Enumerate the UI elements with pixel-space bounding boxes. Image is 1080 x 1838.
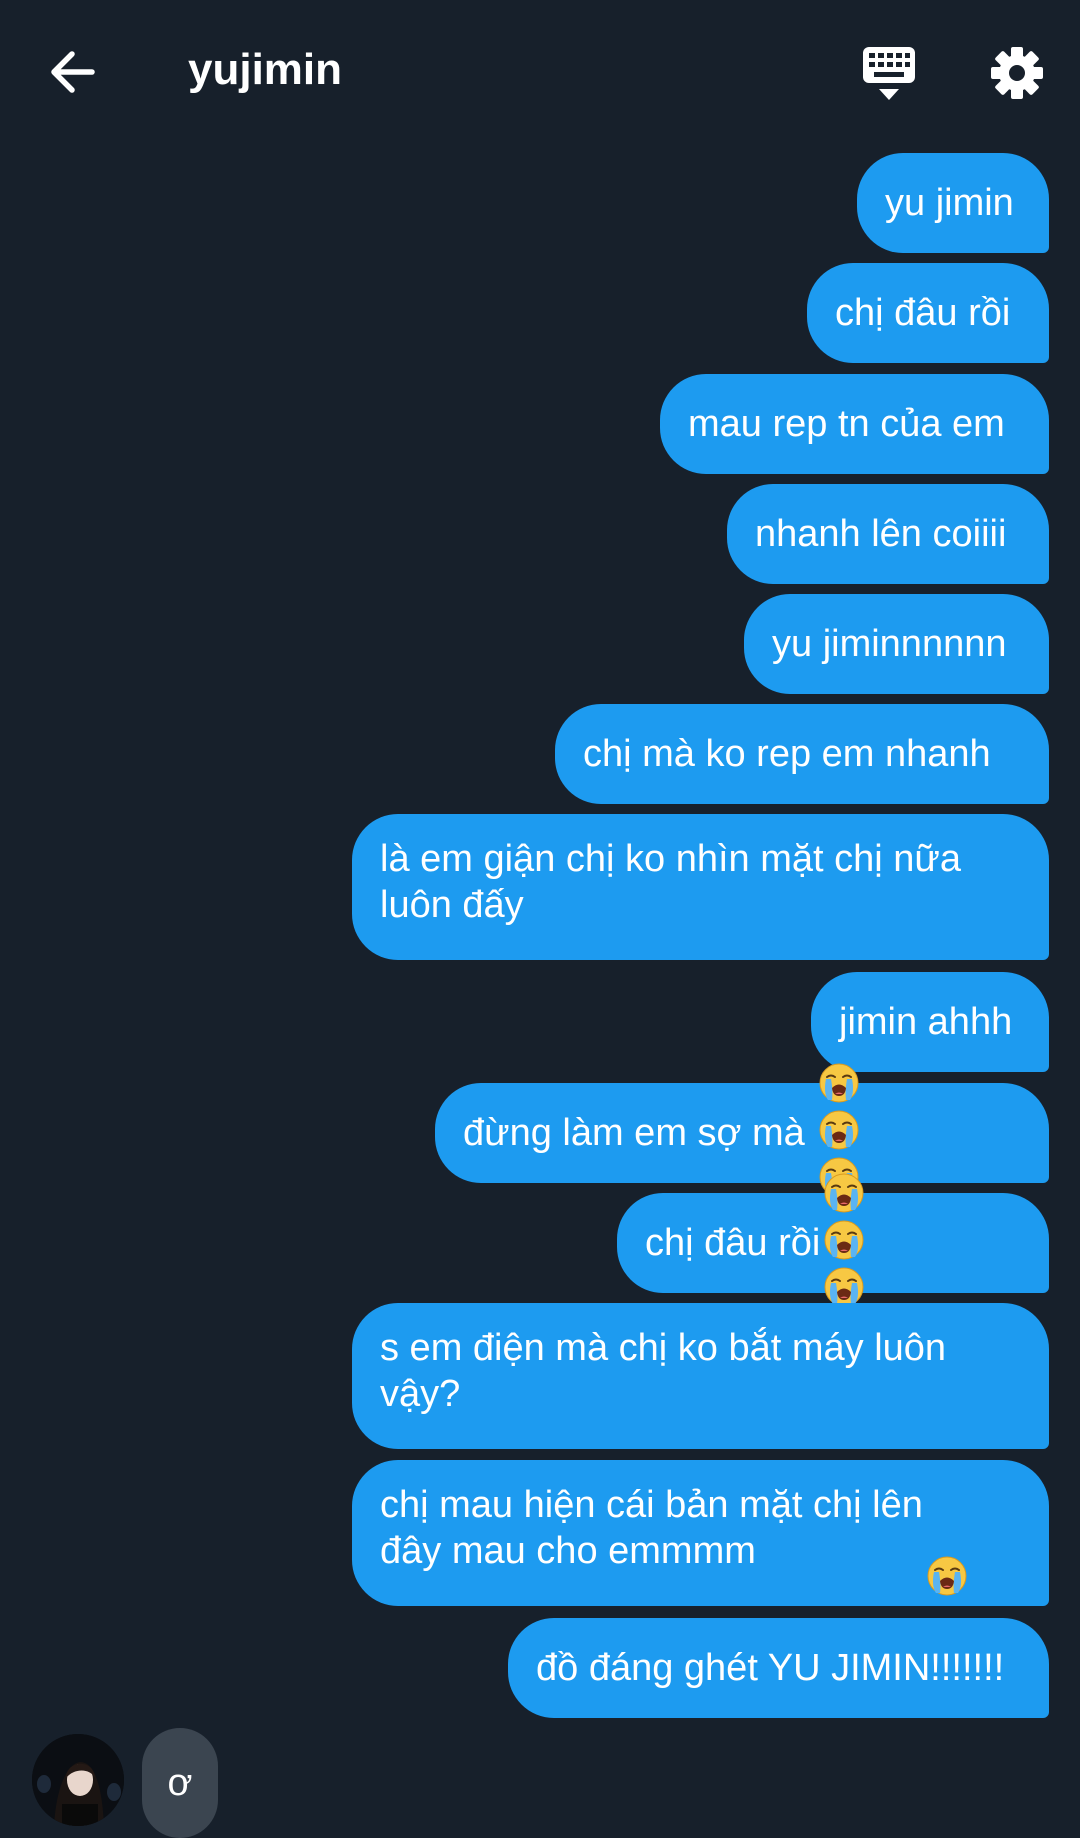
loudly-crying-face-icon	[819, 1063, 859, 1103]
message-text: yu jiminnnnnn	[772, 623, 1007, 665]
loudly-crying-face-icon	[927, 1556, 967, 1596]
emoji-row	[923, 1509, 968, 1602]
message-bubble[interactable]: đồ đáng ghét YU JIMIN!!!!!!!	[508, 1618, 1049, 1718]
incoming-message-text: ơ	[167, 1762, 193, 1804]
message-bubble[interactable]: yu jimin	[857, 153, 1049, 253]
keyboard-button[interactable]	[860, 44, 918, 104]
message-bubble[interactable]: chị đâu rồi	[617, 1173, 1049, 1354]
loudly-crying-face-icon	[824, 1267, 864, 1307]
message-text: mau rep tn của em	[688, 403, 1005, 445]
message-text: nhanh lên coiiii	[755, 513, 1007, 555]
message-text: đồ đáng ghét YU JIMIN!!!!!!!	[536, 1647, 1005, 1689]
message-bubble[interactable]: mau rep tn của em	[660, 374, 1049, 474]
message-bubble[interactable]: chị đâu rồi	[807, 263, 1049, 363]
avatar[interactable]	[32, 1734, 124, 1826]
message-text: chị mau hiện cái bản mặt chị lên đây mau…	[380, 1484, 923, 1572]
back-button[interactable]	[44, 42, 104, 102]
gear-icon	[991, 47, 1043, 99]
message-text: chị đâu rồi	[835, 292, 1011, 334]
contact-avatar	[32, 1734, 124, 1826]
message-text: đừng làm em sợ mà	[463, 1112, 816, 1154]
message-text: chị đâu rồi	[645, 1222, 821, 1264]
message-bubble[interactable]: đừng làm em sợ mà	[435, 1063, 1049, 1244]
message-text: yu jimin	[885, 182, 1014, 224]
conversation-header: yujimin	[0, 0, 1080, 140]
loudly-crying-face-icon	[824, 1220, 864, 1260]
message-text: chị mà ko rep em nhanh	[583, 733, 991, 775]
message-bubble[interactable]: chị mà ko rep em nhanh	[555, 704, 1049, 804]
loudly-crying-face-icon	[824, 1173, 864, 1213]
keyboard-icon	[863, 47, 915, 100]
message-bubble[interactable]: s em điện mà chị ko bắt máy luôn vậy?	[352, 1303, 1049, 1449]
arrow-left-icon	[51, 51, 95, 93]
message-bubble[interactable]: yu jiminnnnnn	[744, 594, 1049, 694]
message-bubble[interactable]: chị mau hiện cái bản mặt chị lên đây mau…	[352, 1460, 1049, 1606]
message-text: s em điện mà chị ko bắt máy luôn vậy?	[380, 1327, 947, 1415]
message-bubble[interactable]: là em giận chị ko nhìn mặt chị nữa luôn …	[352, 814, 1049, 960]
conversation-title: yujimin	[188, 45, 343, 94]
message-text: jimin ahhh	[839, 1001, 1013, 1043]
message-text: là em giận chị ko nhìn mặt chị nữa luôn …	[380, 838, 961, 926]
message-bubble[interactable]: nhanh lên coiiii	[727, 484, 1049, 584]
settings-button[interactable]	[988, 44, 1046, 102]
